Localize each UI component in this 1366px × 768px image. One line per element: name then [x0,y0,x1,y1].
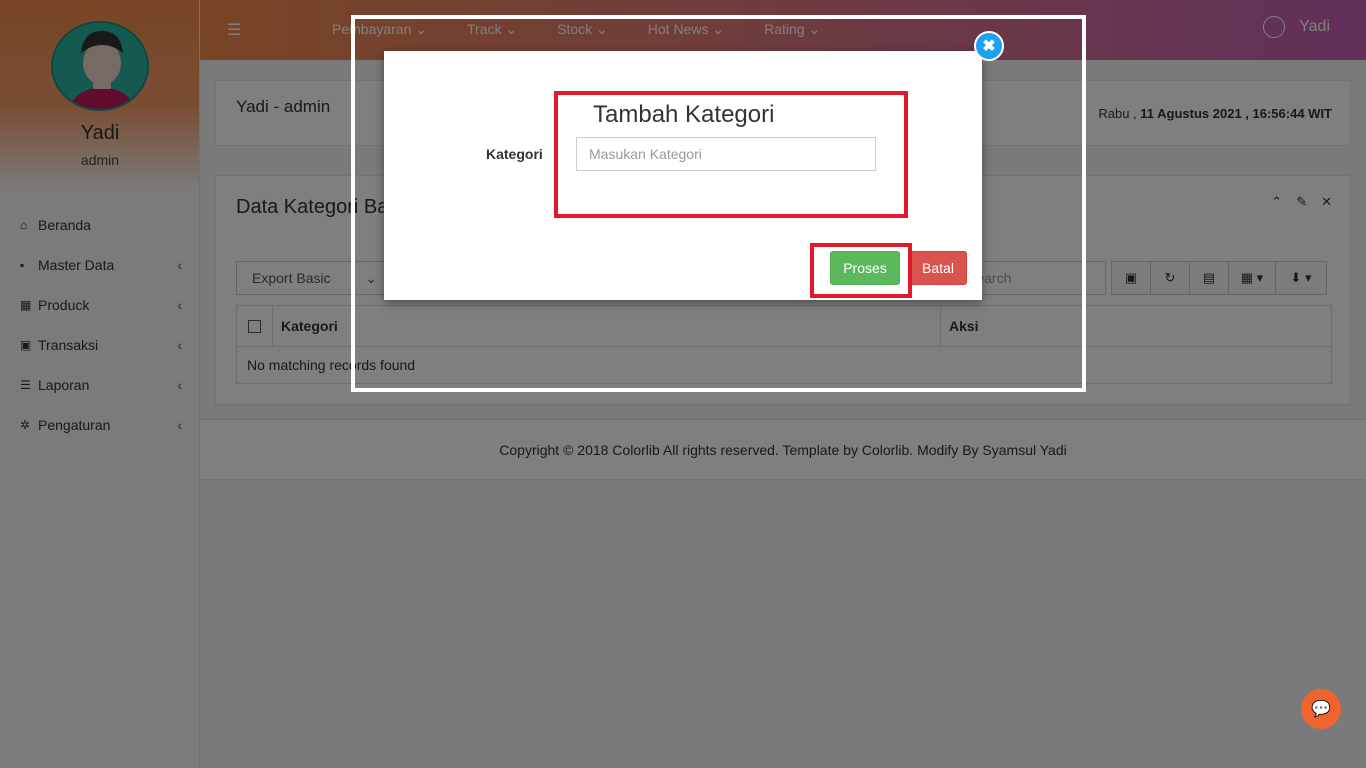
chat-icon: 💬 [1311,701,1331,718]
modal-close-button[interactable]: ✖ [974,31,1004,61]
category-field-label: Kategori [486,146,543,162]
chat-button[interactable]: 💬 [1301,689,1341,729]
batal-button[interactable]: Batal [909,251,967,285]
modal-title: Tambah Kategori [593,101,775,128]
close-icon: ✖ [982,38,996,55]
category-input[interactable] [576,137,876,171]
annotation-highlight-submit [810,243,912,298]
